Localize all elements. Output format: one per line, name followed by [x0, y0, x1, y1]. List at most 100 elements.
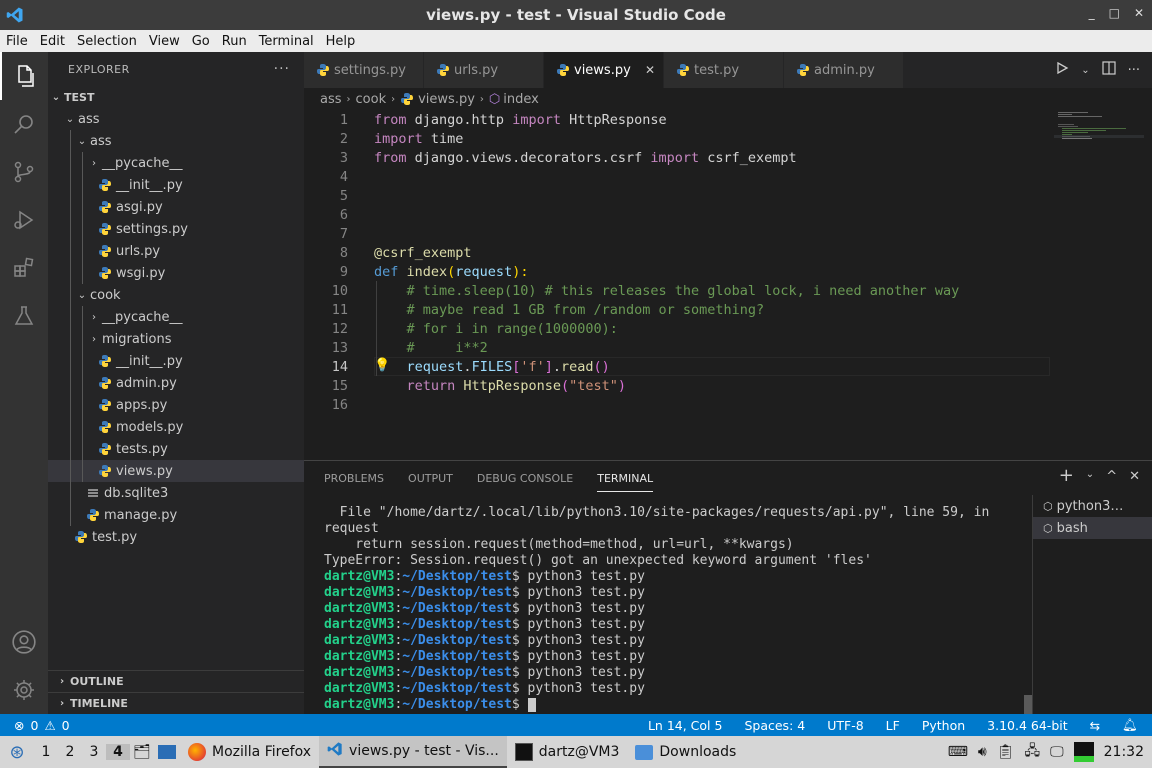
start-menu-icon[interactable]: ⊛ — [0, 742, 34, 763]
tree-file[interactable]: admin.py — [48, 372, 304, 394]
tree-file[interactable]: views.py — [48, 460, 304, 482]
menu-edit[interactable]: Edit — [34, 34, 71, 49]
chevron-right-icon: › — [391, 93, 396, 105]
tab-test-py[interactable]: test.py — [664, 52, 784, 88]
tree-file[interactable]: wsgi.py — [48, 262, 304, 284]
minimize-button[interactable]: _ — [1089, 6, 1095, 20]
tree-folder[interactable]: ⌄ ass — [48, 108, 304, 130]
keyboard-icon[interactable]: ⌨ — [948, 744, 968, 760]
tree-file[interactable]: __init__.py — [48, 350, 304, 372]
tree-file[interactable]: models.py — [48, 416, 304, 438]
menu-view[interactable]: View — [143, 34, 186, 49]
tree-file[interactable]: urls.py — [48, 240, 304, 262]
tree-file[interactable]: manage.py — [48, 504, 304, 526]
breadcrumb-symbol[interactable]: index — [503, 92, 539, 107]
new-terminal-icon[interactable]: + — [1059, 467, 1074, 485]
testing-icon[interactable] — [0, 292, 48, 340]
tree-file[interactable]: __init__.py — [48, 174, 304, 196]
tree-file[interactable]: apps.py — [48, 394, 304, 416]
explorer-icon[interactable] — [0, 52, 48, 100]
cursor-position[interactable]: Ln 14, Col 5 — [648, 718, 723, 733]
tree-file[interactable]: tests.py — [48, 438, 304, 460]
tree-file[interactable]: db.sqlite3 — [48, 482, 304, 504]
tab-debug-console[interactable]: DEBUG CONSOLE — [477, 472, 573, 485]
files-launcher-icon[interactable]: 🗂︎ — [130, 744, 154, 760]
python-interpreter[interactable]: 3.10.4 64-bit — [987, 718, 1067, 733]
clipboard-icon[interactable]: 📋︎ — [997, 744, 1015, 760]
tree-folder[interactable]: › migrations — [48, 328, 304, 350]
workspace-1[interactable]: 1 — [34, 744, 58, 760]
breadcrumb-ass[interactable]: ass — [320, 92, 342, 107]
close-tab-icon[interactable]: ✕ — [645, 63, 655, 77]
prompt-command: python3 test.py — [527, 681, 645, 696]
terminal-item-bash[interactable]: ⬡ bash — [1033, 517, 1152, 539]
tree-folder[interactable]: › __pycache__ — [48, 152, 304, 174]
tab-views-py[interactable]: views.py ✕ — [544, 52, 664, 88]
source-control-icon[interactable] — [0, 148, 48, 196]
indentation[interactable]: Spaces: 4 — [744, 718, 805, 733]
breadcrumb-cook[interactable]: cook — [356, 92, 387, 107]
workspace-3[interactable]: 3 — [82, 744, 106, 760]
display-icon[interactable]: 🖵 — [1050, 744, 1064, 760]
run-debug-icon[interactable] — [0, 196, 48, 244]
tab-terminal[interactable]: TERMINAL — [597, 465, 654, 492]
task-firefox[interactable]: Mozilla Firefox — [180, 736, 319, 768]
network-icon[interactable]: 🖧 — [1025, 740, 1041, 764]
language-mode[interactable]: Python — [922, 718, 965, 733]
tab-problems[interactable]: PROBLEMS — [324, 472, 384, 485]
accounts-icon[interactable] — [0, 618, 48, 666]
explorer-more-actions[interactable]: ··· — [274, 61, 290, 77]
tab-admin-py[interactable]: admin.py — [784, 52, 904, 88]
workspace-root[interactable]: ⌄ TEST — [48, 86, 304, 108]
terminal-item-python[interactable]: ⬡ python3… — [1033, 495, 1152, 517]
encoding[interactable]: UTF-8 — [827, 718, 863, 733]
maximize-button[interactable]: □ — [1109, 6, 1120, 20]
show-desktop-icon[interactable] — [158, 745, 176, 759]
line-ending[interactable]: LF — [886, 718, 900, 733]
terminal-output[interactable]: File "/home/dartz/.local/lib/python3.10/… — [324, 505, 1030, 713]
outline-section[interactable]: › OUTLINE — [48, 670, 304, 692]
tree-file[interactable]: settings.py — [48, 218, 304, 240]
tab-output[interactable]: OUTPUT — [408, 472, 453, 485]
volume-icon[interactable]: 🔊︎ — [978, 744, 987, 760]
split-editor-icon[interactable] — [1101, 61, 1116, 79]
settings-gear-icon[interactable] — [0, 666, 48, 714]
tab-urls-py[interactable]: urls.py — [424, 52, 544, 88]
tree-folder[interactable]: ⌄ cook — [48, 284, 304, 306]
maximize-panel-icon[interactable]: ^ — [1106, 469, 1117, 484]
clock[interactable]: 21:32 — [1104, 744, 1144, 760]
tree-file[interactable]: asgi.py — [48, 196, 304, 218]
search-icon[interactable] — [0, 100, 48, 148]
terminal-scrollbar[interactable] — [1024, 695, 1032, 715]
tree-folder[interactable]: › __pycache__ — [48, 306, 304, 328]
menu-file[interactable]: File — [0, 34, 34, 49]
menu-go[interactable]: Go — [186, 34, 216, 49]
menu-selection[interactable]: Selection — [71, 34, 143, 49]
workspace-2[interactable]: 2 — [58, 744, 82, 760]
menu-run[interactable]: Run — [216, 34, 253, 49]
menu-terminal[interactable]: Terminal — [253, 34, 320, 49]
chevron-down-icon[interactable]: ⌄ — [1081, 65, 1089, 76]
notifications-bell-icon[interactable]: 🔔︎ — [1122, 717, 1138, 733]
more-actions-icon[interactable]: ··· — [1128, 63, 1140, 78]
tree-folder[interactable]: ⌄ ass — [48, 130, 304, 152]
code-editor[interactable]: 1 from django.http import HttpResponse 2 im… — [304, 110, 1152, 460]
breadcrumb-file[interactable]: views.py — [418, 92, 475, 107]
task-vscode[interactable]: views.py - test - Vis... — [319, 736, 507, 768]
tree-file[interactable]: test.py — [48, 526, 304, 548]
run-file-icon[interactable] — [1055, 61, 1069, 79]
feedback-icon[interactable]: ⇆ — [1090, 718, 1100, 733]
problems-status[interactable]: ⊗ 0 ⚠ 0 — [0, 718, 70, 733]
workspace-4[interactable]: 4 — [106, 744, 130, 760]
code-line: 13 # i**2 — [304, 338, 1064, 357]
close-panel-icon[interactable]: ✕ — [1129, 469, 1140, 484]
tab-settings-py[interactable]: settings.py — [304, 52, 424, 88]
menu-help[interactable]: Help — [320, 34, 362, 49]
minimap[interactable] — [1054, 110, 1144, 150]
task-downloads[interactable]: Downloads — [627, 736, 744, 768]
chevron-down-icon[interactable]: ⌄ — [1086, 469, 1094, 484]
extensions-icon[interactable] — [0, 244, 48, 292]
close-window-button[interactable]: ✕ — [1134, 6, 1144, 20]
task-terminal[interactable]: dartz@VM3 — [507, 736, 628, 768]
timeline-section[interactable]: › TIMELINE — [48, 692, 304, 714]
